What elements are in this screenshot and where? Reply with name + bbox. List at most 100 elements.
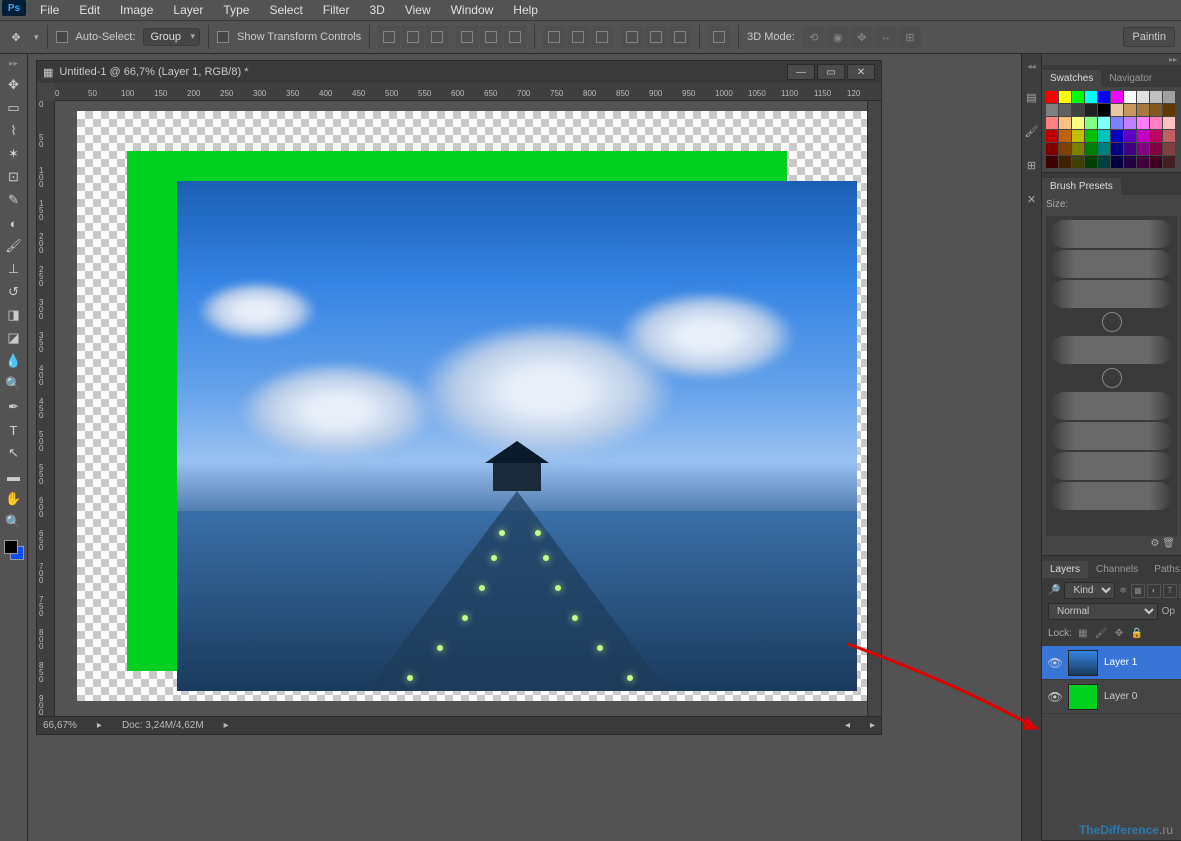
layer-name[interactable]: Layer 0 — [1104, 691, 1137, 702]
swatch-color[interactable] — [1150, 117, 1162, 129]
layer-visibility-icon[interactable]: 👁 — [1048, 690, 1062, 704]
brush-preset-item[interactable] — [1050, 220, 1173, 248]
3d-scale-icon[interactable]: ⊞ — [899, 26, 921, 48]
eraser-tool-icon[interactable]: ◨ — [2, 304, 26, 326]
swatch-color[interactable] — [1046, 117, 1058, 129]
lock-pixels-icon[interactable]: 🖌 — [1094, 626, 1108, 640]
swatch-color[interactable] — [1111, 156, 1123, 168]
layer-thumbnail[interactable] — [1068, 650, 1098, 676]
gradient-tool-icon[interactable]: ◪ — [2, 327, 26, 349]
swatch-color[interactable] — [1098, 143, 1110, 155]
swatch-color[interactable] — [1111, 130, 1123, 142]
brush-preset-item[interactable] — [1050, 392, 1173, 420]
layer-1-content[interactable] — [177, 181, 857, 691]
auto-select-checkbox[interactable] — [56, 31, 68, 43]
menu-help[interactable]: Help — [503, 1, 548, 19]
swatch-color[interactable] — [1137, 117, 1149, 129]
layer-name[interactable]: Layer 1 — [1104, 657, 1137, 668]
tab-paths[interactable]: Paths — [1146, 561, 1181, 578]
lock-all-icon[interactable]: 🔒 — [1130, 626, 1144, 640]
swatch-color[interactable] — [1072, 143, 1084, 155]
tab-swatches[interactable]: Swatches — [1042, 70, 1101, 87]
swatch-color[interactable] — [1072, 91, 1084, 103]
brush-panel-icon[interactable]: 🖌 — [1024, 123, 1040, 139]
swatch-color[interactable] — [1124, 117, 1136, 129]
3d-rotate-icon[interactable]: ⟲ — [803, 26, 825, 48]
painting-button[interactable]: Paintin — [1123, 27, 1175, 47]
swatch-color[interactable] — [1085, 91, 1097, 103]
swatch-color[interactable] — [1046, 91, 1058, 103]
distribute-bottom-icon[interactable] — [591, 26, 613, 48]
align-bottom-icon[interactable] — [426, 26, 448, 48]
swatch-color[interactable] — [1098, 91, 1110, 103]
distribute-right-icon[interactable] — [669, 26, 691, 48]
blend-mode-dropdown[interactable]: Normal — [1048, 603, 1158, 620]
zoom-level[interactable]: 66,67% — [43, 720, 77, 731]
swatch-color[interactable] — [1163, 91, 1175, 103]
swatch-color[interactable] — [1059, 130, 1071, 142]
brush-tool-icon[interactable]: 🖌 — [2, 235, 26, 257]
menu-layer[interactable]: Layer — [163, 1, 213, 19]
swatch-color[interactable] — [1072, 117, 1084, 129]
menu-view[interactable]: View — [395, 1, 441, 19]
menu-window[interactable]: Window — [441, 1, 504, 19]
eyedropper-tool-icon[interactable]: ✎ — [2, 189, 26, 211]
swatch-color[interactable] — [1111, 104, 1123, 116]
swatch-color[interactable] — [1085, 143, 1097, 155]
layer-thumbnail[interactable] — [1068, 684, 1098, 710]
distribute-hcenter-icon[interactable] — [645, 26, 667, 48]
swatch-color[interactable] — [1059, 104, 1071, 116]
swatch-color[interactable] — [1150, 91, 1162, 103]
swatch-color[interactable] — [1059, 117, 1071, 129]
swatch-color[interactable] — [1098, 117, 1110, 129]
doc-size[interactable]: Doc: 3,24M/4,62M — [122, 720, 204, 731]
swatch-color[interactable] — [1046, 143, 1058, 155]
show-transform-checkbox[interactable] — [217, 31, 229, 43]
brush-preset-item[interactable] — [1102, 312, 1122, 332]
distribute-top-icon[interactable] — [543, 26, 565, 48]
brush-preset-item[interactable] — [1050, 250, 1173, 278]
brush-preset-item[interactable] — [1050, 452, 1173, 480]
align-right-icon[interactable] — [504, 26, 526, 48]
layer-visibility-icon[interactable]: 👁 — [1048, 656, 1062, 670]
swatch-color[interactable] — [1111, 117, 1123, 129]
brush-preset-list[interactable] — [1046, 216, 1177, 536]
brush-preset-item[interactable] — [1050, 422, 1173, 450]
lasso-tool-icon[interactable]: ⌇ — [2, 120, 26, 142]
align-top-icon[interactable] — [378, 26, 400, 48]
status-chevron-icon[interactable]: ▸ — [224, 720, 229, 731]
properties-panel-icon[interactable]: ✕ — [1024, 191, 1040, 207]
stamp-tool-icon[interactable]: ⊥ — [2, 258, 26, 280]
brush-options-icon[interactable]: ⚙ 🗑 — [1046, 536, 1177, 551]
3d-slide-icon[interactable]: ↔ — [875, 26, 897, 48]
brush-preset-item[interactable] — [1050, 280, 1173, 308]
menu-file[interactable]: File — [30, 1, 69, 19]
status-icon[interactable]: ▸ — [97, 720, 102, 731]
menu-edit[interactable]: Edit — [69, 1, 110, 19]
clone-panel-icon[interactable]: ⊞ — [1024, 157, 1040, 173]
foreground-background-color[interactable] — [4, 540, 24, 560]
align-left-icon[interactable] — [456, 26, 478, 48]
swatch-color[interactable] — [1085, 104, 1097, 116]
type-tool-icon[interactable]: T — [2, 419, 26, 441]
swatch-color[interactable] — [1085, 130, 1097, 142]
filter-kind-icon[interactable]: 🔎 — [1048, 585, 1060, 596]
menu-select[interactable]: Select — [259, 1, 312, 19]
swatch-color[interactable] — [1137, 104, 1149, 116]
scroll-right-icon[interactable]: ▸ — [870, 720, 875, 731]
swatch-color[interactable] — [1124, 143, 1136, 155]
auto-select-dropdown[interactable]: Group — [143, 28, 200, 46]
swatch-color[interactable] — [1046, 130, 1058, 142]
swatch-color[interactable] — [1137, 156, 1149, 168]
3d-pan-icon[interactable]: ✥ — [851, 26, 873, 48]
swatch-color[interactable] — [1098, 156, 1110, 168]
swatch-color[interactable] — [1124, 130, 1136, 142]
brush-preset-item[interactable] — [1050, 336, 1173, 364]
lock-transparency-icon[interactable]: ▦ — [1076, 626, 1090, 640]
tab-brush-presets[interactable]: Brush Presets — [1042, 178, 1121, 195]
swatch-color[interactable] — [1098, 104, 1110, 116]
swatch-color[interactable] — [1137, 130, 1149, 142]
tab-layers[interactable]: Layers — [1042, 561, 1088, 578]
filter-pixel-icon[interactable]: ▦ — [1131, 584, 1145, 598]
layer-item[interactable]: 👁 Layer 1 — [1042, 646, 1181, 680]
